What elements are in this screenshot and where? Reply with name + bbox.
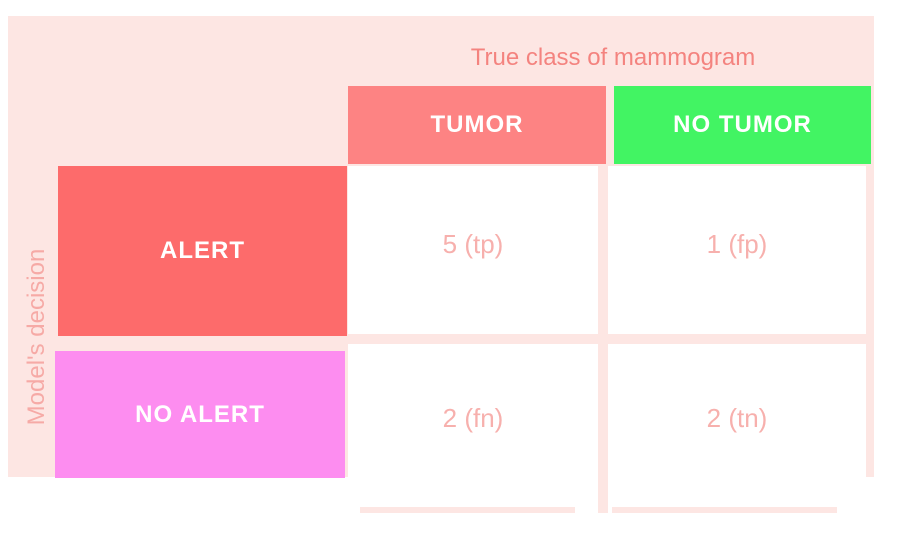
cell-value: 2 (tn) [706,402,768,433]
row-header-alert: ALERT [58,166,347,336]
cell-value: 1 (fp) [706,228,768,259]
cell-false-negative: 2 (fn) [348,344,598,504]
row-axis-label: Model's decision [23,248,50,426]
cell-true-positive: 5 (tp) [348,166,598,334]
grid-line-vertical [598,470,608,513]
cell-false-positive: 1 (fp) [608,166,866,334]
grid-line-bottom-right [612,507,837,513]
column-header-tumor: TUMOR [348,86,606,164]
column-header-no-tumor: NO TUMOR [614,86,871,164]
column-axis-label: True class of mammogram [470,44,756,71]
cell-value: 2 (fn) [442,402,504,433]
cell-value: 5 (tp) [442,228,504,259]
cell-true-negative: 2 (tn) [608,344,866,504]
grid-line-bottom-left [360,507,575,513]
row-header-no-alert: NO ALERT [55,351,345,478]
